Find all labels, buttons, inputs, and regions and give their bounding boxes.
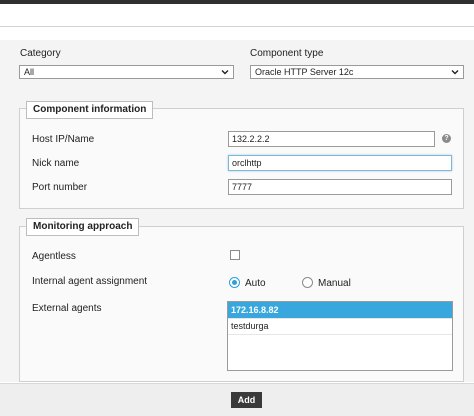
nick-name-input[interactable]: orclhttp [228,155,452,171]
form-panel: Category All Component type Oracle HTTP … [0,40,474,382]
category-select[interactable]: All [19,65,234,79]
auto-radio-label[interactable]: Auto [245,278,266,289]
chevron-down-icon [451,70,459,75]
category-label: Category [20,48,61,59]
add-button[interactable]: Add [231,392,262,408]
agentless-label: Agentless [32,251,76,262]
port-label: Port number [32,182,88,193]
component-type-label: Component type [250,48,324,59]
help-icon[interactable]: ? [442,134,451,143]
host-input[interactable]: 132.2.2.2 [228,131,435,147]
port-input[interactable]: 7777 [228,179,452,195]
chevron-down-icon [221,70,229,75]
header-divider [0,26,474,27]
auto-radio[interactable] [229,277,240,288]
list-item[interactable]: 172.16.8.82 [228,302,452,319]
external-agents-listbox[interactable]: 172.16.8.82 testdurga [227,301,453,371]
monitoring-approach-legend: Monitoring approach [26,218,140,236]
form-footer: Add [0,383,474,416]
external-agents-label: External agents [32,303,102,314]
list-item[interactable]: testdurga [228,319,452,335]
category-value: All [24,67,35,77]
manual-radio[interactable] [302,277,313,288]
component-type-value: Oracle HTTP Server 12c [255,67,354,77]
nick-name-label: Nick name [32,158,80,169]
host-label: Host IP/Name [32,134,95,145]
top-bar [0,0,474,4]
component-information-legend: Component information [26,101,154,119]
manual-radio-label[interactable]: Manual [318,278,351,289]
agentless-checkbox[interactable] [230,250,240,260]
internal-agent-label: Internal agent assignment [32,276,148,287]
component-type-select[interactable]: Oracle HTTP Server 12c [250,65,464,79]
